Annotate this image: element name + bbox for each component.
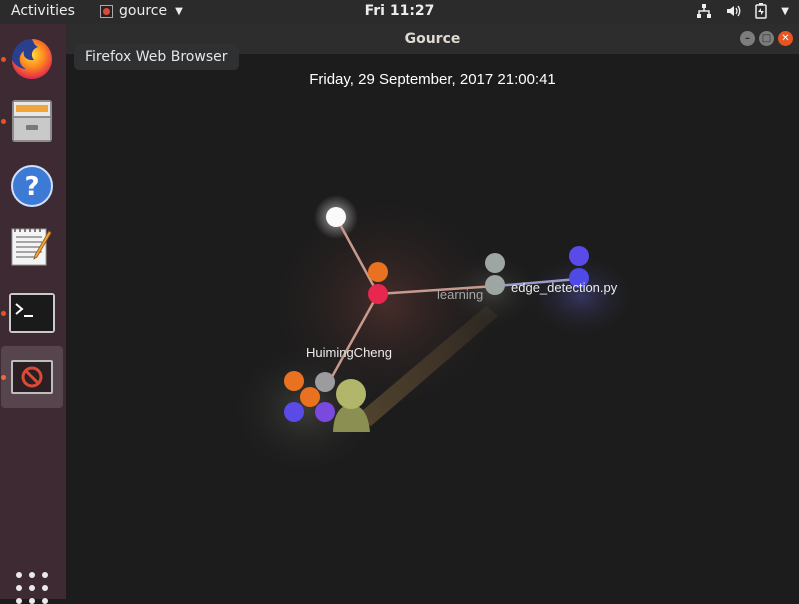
- grid-dot-icon: [42, 585, 48, 591]
- gource-icon: [11, 360, 53, 394]
- file-node: [315, 372, 335, 392]
- file-node: [300, 387, 320, 407]
- visualization-date: Friday, 29 September, 2017 21:00:41: [309, 71, 556, 88]
- minimize-button[interactable]: –: [740, 31, 755, 46]
- file-node: [368, 262, 388, 282]
- window-controls: – □ ✕: [740, 31, 793, 46]
- battery-icon[interactable]: [754, 3, 768, 19]
- grid-dot-icon: [29, 585, 35, 591]
- file-node: [284, 402, 304, 422]
- dock-item-firefox[interactable]: [1, 28, 63, 90]
- top-bar: Activities gource ▼ Fri 11:27 ▼: [0, 0, 799, 24]
- file-node: [569, 246, 589, 266]
- glow: [226, 339, 386, 479]
- dock: ?: [0, 24, 66, 604]
- network-icon[interactable]: [696, 3, 712, 19]
- root-node: [326, 207, 346, 227]
- file-label: edge_detection.py: [511, 280, 618, 295]
- close-button[interactable]: ✕: [778, 31, 793, 46]
- dock-item-files[interactable]: [1, 90, 63, 152]
- terminal-icon: [9, 293, 55, 333]
- maximize-button[interactable]: □: [759, 31, 774, 46]
- dock-item-text-editor[interactable]: [1, 216, 63, 278]
- file-cabinet-icon: [12, 100, 52, 142]
- gource-visualization[interactable]: Friday, 29 September, 2017 21:00:41 Huim…: [66, 54, 799, 599]
- gource-window: Gource – □ ✕ Friday, 29 September, 2017 …: [66, 24, 799, 599]
- show-applications-button[interactable]: [16, 572, 48, 604]
- svg-text:?: ?: [24, 172, 39, 202]
- dock-tooltip: Firefox Web Browser: [74, 44, 239, 70]
- dock-item-help[interactable]: ?: [1, 155, 63, 217]
- file-node: [284, 371, 304, 391]
- system-tray[interactable]: ▼: [696, 3, 789, 19]
- dock-item-gource[interactable]: [1, 346, 63, 408]
- notepad-icon: [11, 228, 52, 266]
- system-menu-chevron-icon[interactable]: ▼: [781, 6, 789, 17]
- user-label: HuimingCheng: [306, 345, 392, 360]
- grid-dot-icon: [29, 572, 35, 578]
- help-icon: ?: [11, 165, 53, 207]
- gource-scene: [226, 184, 641, 479]
- file-node: [368, 284, 388, 304]
- dock-item-terminal[interactable]: [1, 282, 63, 344]
- firefox-icon: [12, 39, 52, 79]
- volume-icon[interactable]: [725, 3, 741, 19]
- grid-dot-icon: [16, 572, 22, 578]
- file-node: [315, 402, 335, 422]
- directory-label: learning: [437, 287, 484, 302]
- file-node: [485, 253, 505, 273]
- grid-dot-icon: [42, 572, 48, 578]
- file-node: [485, 275, 505, 295]
- grid-dot-icon: [16, 585, 22, 591]
- clock[interactable]: Fri 11:27: [0, 3, 799, 19]
